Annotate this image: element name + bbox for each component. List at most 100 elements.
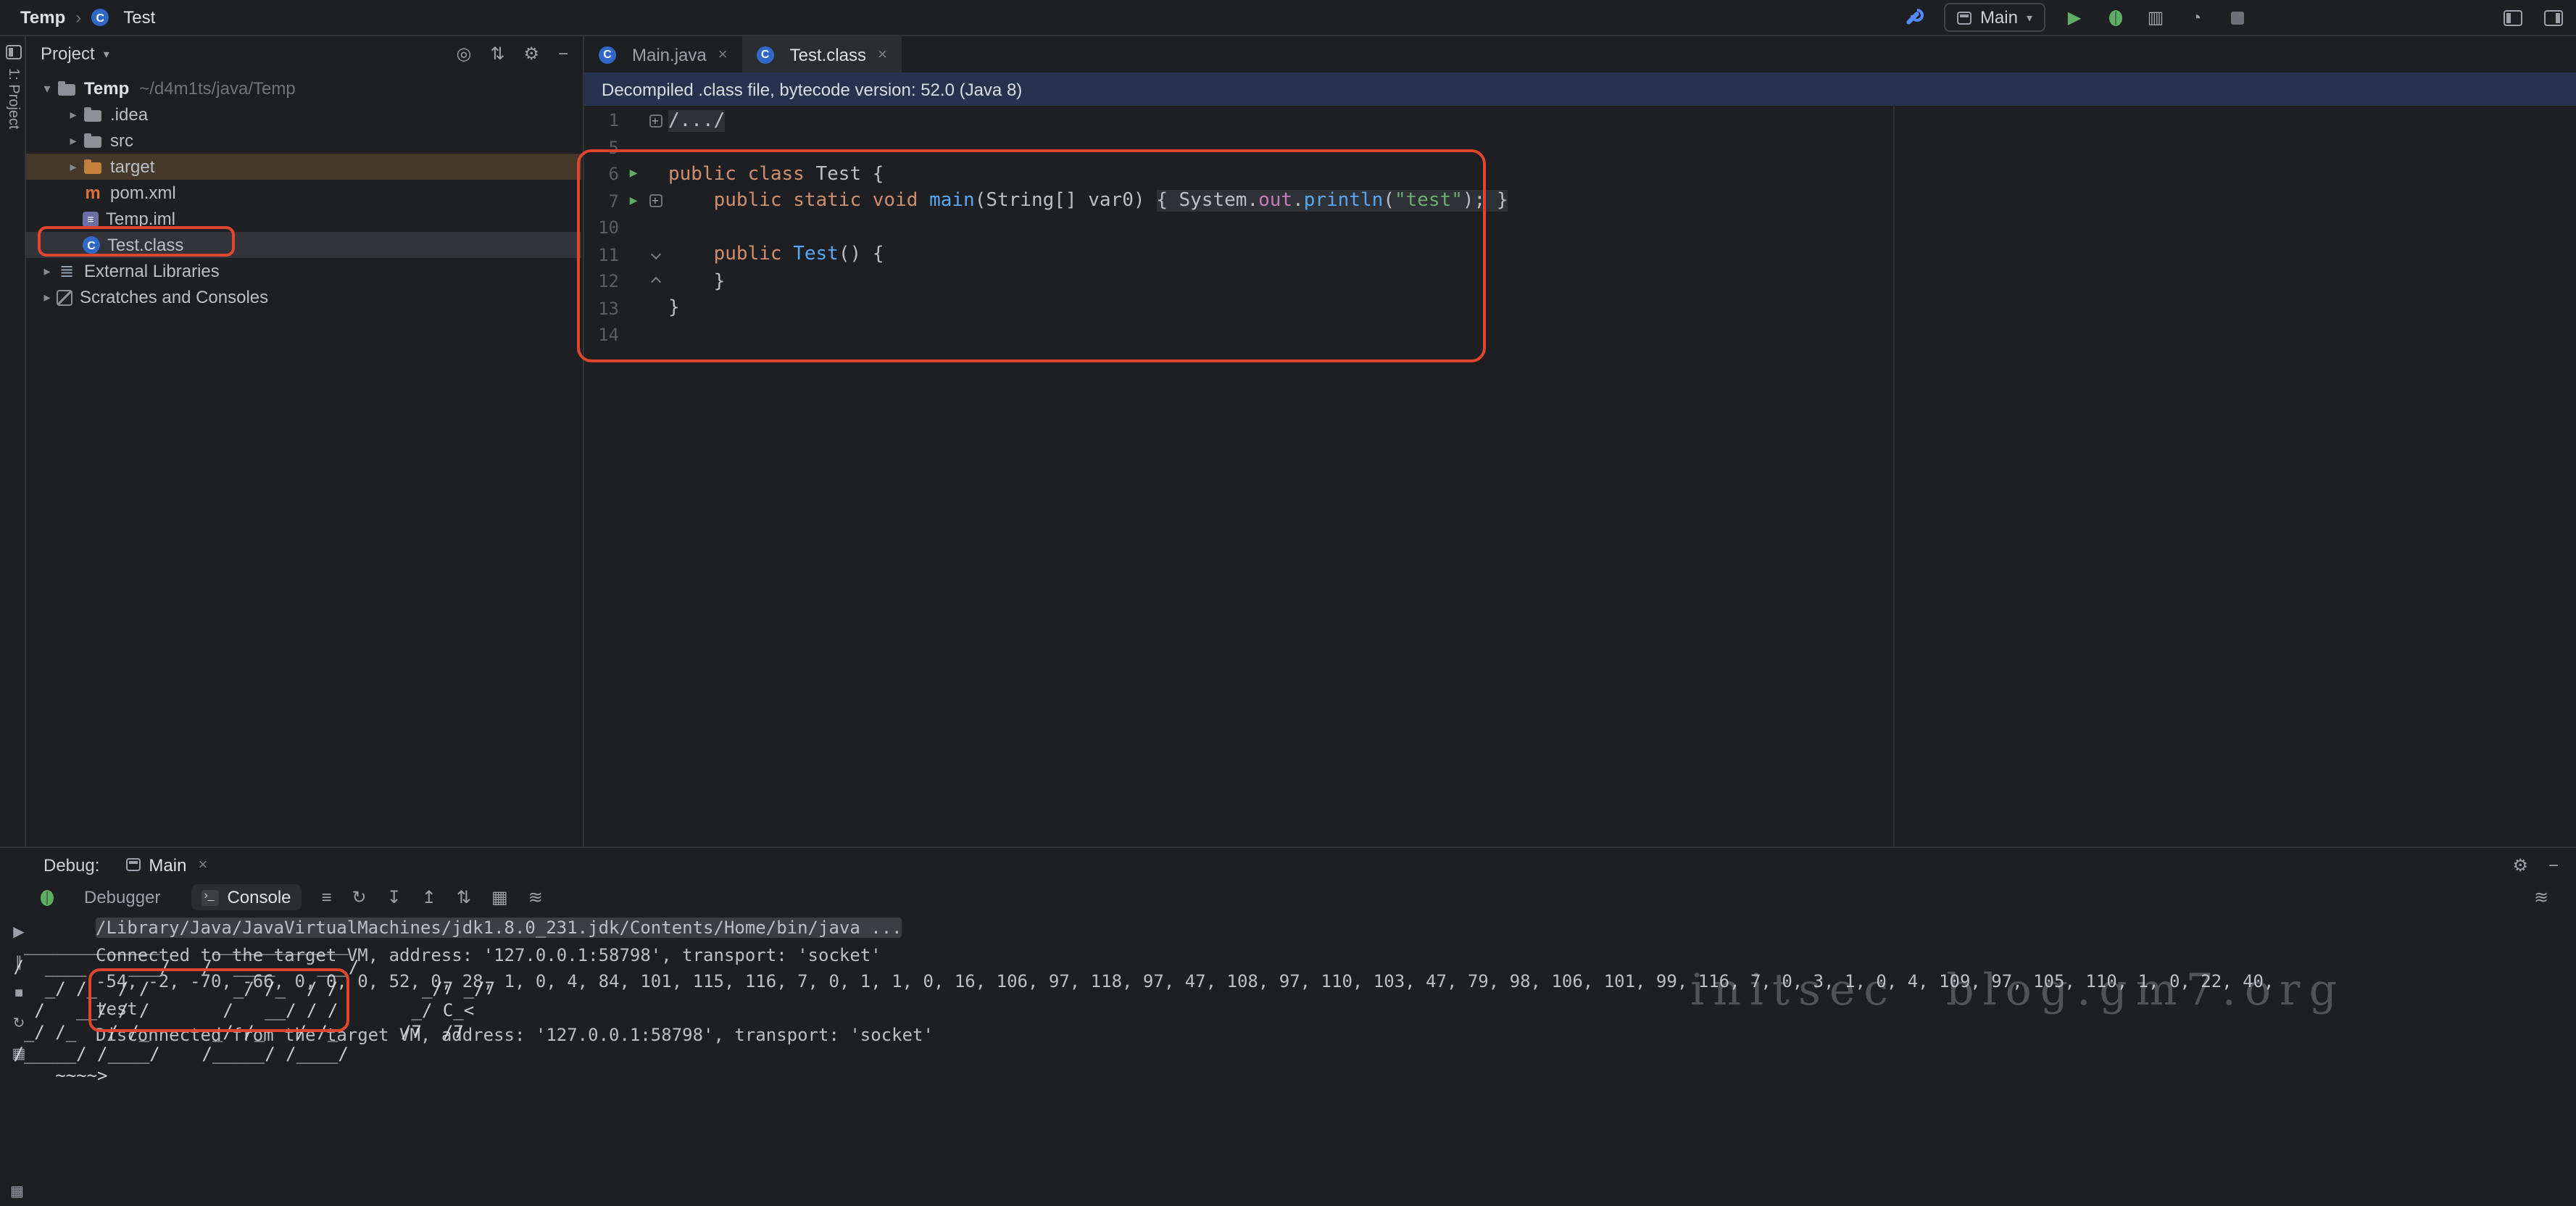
code-line[interactable]: 12 } <box>584 268 2576 295</box>
rerun-icon[interactable]: ↻ <box>13 1016 25 1032</box>
coverage-icon[interactable]: ▥ <box>2144 3 2167 32</box>
step-up-icon[interactable]: ↥ <box>422 887 436 907</box>
wrench-glyph <box>1906 8 1924 27</box>
code-line[interactable]: 1/.../ <box>584 107 2576 134</box>
token: } <box>1485 191 1508 212</box>
code-line[interactable]: 10 <box>584 215 2576 241</box>
select-opened-file-icon[interactable]: ◎ <box>456 43 471 64</box>
code-lines: 1/.../56▶public class Test {7▶ public st… <box>584 107 2576 349</box>
run-gutter-icon[interactable]: ▶ <box>622 167 645 182</box>
console-output[interactable]: /Library/Java/JavaVirtualMachines/jdk1.8… <box>38 913 2576 1206</box>
code-line[interactable]: 14 <box>584 322 2576 349</box>
code-line[interactable]: 11 public Test() { <box>584 241 2576 268</box>
token: } <box>668 271 725 293</box>
chevron-right-icon[interactable]: ▸ <box>38 289 57 305</box>
console-line: Connected to the target VM, address: '12… <box>96 941 2576 968</box>
code-line[interactable]: 7▶ public static void main(String[] var0… <box>584 188 2576 215</box>
code-line[interactable]: 6▶public class Test { <box>584 161 2576 188</box>
rerun-icon[interactable]: ↻ <box>352 887 367 907</box>
hide-panel-icon[interactable]: − <box>2548 854 2559 875</box>
more-windows-icon[interactable] <box>2541 3 2564 32</box>
stop-icon[interactable]: ■ <box>14 986 23 1002</box>
code-text: public static void main(String[] var0) {… <box>668 191 1508 212</box>
chevron-right-icon[interactable]: ▸ <box>64 107 83 122</box>
tree-item-target[interactable]: ▸ target <box>26 154 581 180</box>
collapse-all-icon[interactable]: ⇅ <box>490 43 504 64</box>
debug-toolbar-icons: ≡ ↻ ↧ ↥ ⇅ ▦ ≋ <box>322 887 543 907</box>
view-breakpoints-icon[interactable]: ▦ <box>12 1047 26 1062</box>
console-text: Disconnected from the target VM, address… <box>96 1026 934 1046</box>
chevron-down-icon[interactable]: ▾ <box>38 80 57 96</box>
tree-item-src[interactable]: ▸src <box>26 128 581 154</box>
token: } <box>668 298 680 320</box>
sidebar-item-project[interactable]: 1: Project <box>0 45 26 130</box>
tab-test-class[interactable]: Test.class <box>742 36 902 72</box>
options-menu-icon[interactable]: ≡ <box>322 887 332 907</box>
run-config-select[interactable]: Main▾ <box>1944 3 2045 32</box>
code-editor[interactable]: 1/.../56▶public class Test {7▶ public st… <box>584 106 2576 847</box>
layout-grid-icon[interactable]: ▦ <box>491 887 508 907</box>
folder-icon <box>83 105 103 124</box>
profiler-icon[interactable]: ◔ <box>2185 3 2208 32</box>
editor-area: Main.java Test.class Decompiled .class f… <box>584 36 2576 847</box>
step-down-icon[interactable]: ↧ <box>387 887 402 907</box>
code-text: public class Test { <box>668 164 884 186</box>
title-bar: Temp Test Main▾ ▶ ▥ ◔ <box>0 0 2576 36</box>
pause-icon[interactable]: ∥ <box>15 955 22 971</box>
project-panel-title[interactable]: Project <box>41 43 95 64</box>
run-gutter-icon[interactable]: ▶ <box>622 194 645 209</box>
debug-panel: Debug: Main ⚙− Debugger Console ≡ ↻ ↧ ↥ ⇅ ▦ ≋ … <box>0 847 2576 1206</box>
debug-icon[interactable] <box>2103 3 2127 32</box>
chevron-down-icon: ▾ <box>2027 11 2032 24</box>
customize-wrench-icon[interactable] <box>1903 3 1927 32</box>
chevron-right-icon[interactable]: ▸ <box>64 133 83 149</box>
fold-collapsed-icon[interactable] <box>645 195 665 208</box>
chevron-right-icon[interactable]: ▸ <box>64 159 83 175</box>
tree-item-test-class[interactable]: Test.class <box>26 232 581 258</box>
code-line[interactable]: 5 <box>584 134 2576 161</box>
fold-open-bottom-icon[interactable] <box>645 278 665 286</box>
settings-icon[interactable]: ⚙ <box>2512 854 2528 875</box>
stop-icon[interactable] <box>2225 3 2248 32</box>
token: { <box>873 244 884 266</box>
breadcrumb-target[interactable]: Test <box>91 7 155 28</box>
tree-item-label: Test.class <box>107 235 183 255</box>
close-icon[interactable] <box>878 46 887 63</box>
soft-wrap-icon[interactable]: ≋ <box>2530 883 2553 912</box>
line-number: 1 <box>584 111 622 131</box>
hide-panel-icon[interactable]: − <box>558 43 568 64</box>
tree-item-scratches-and-consoles[interactable]: ▸Scratches and Consoles <box>26 284 581 310</box>
run-icon[interactable]: ▶ <box>2063 3 2086 32</box>
fold-collapsed-icon[interactable] <box>645 115 665 128</box>
tab-console[interactable]: Console <box>191 884 301 910</box>
tree-item-pom-xml[interactable]: pom.xml <box>26 180 581 206</box>
close-icon[interactable] <box>718 46 728 63</box>
chevron-right-icon[interactable]: ▸ <box>38 263 57 279</box>
debug-session-tab[interactable]: Main <box>125 854 207 875</box>
tree-item-external-libraries[interactable]: ▸External Libraries <box>26 258 581 284</box>
toolwindow-layout-icon[interactable] <box>2501 3 2524 32</box>
token: out <box>1258 191 1292 212</box>
fold-open-top-icon[interactable] <box>645 251 665 259</box>
chevron-down-icon[interactable]: ▾ <box>104 47 109 60</box>
expand-collapse-icon[interactable]: ⇅ <box>457 887 471 907</box>
close-icon[interactable] <box>198 856 207 873</box>
settings-icon[interactable]: ⚙ <box>523 43 539 64</box>
tree-item-label: target <box>110 157 154 177</box>
token: ( <box>975 191 986 212</box>
tab-main-java[interactable]: Main.java <box>584 36 742 72</box>
settings-lines-icon[interactable]: ≋ <box>528 887 543 907</box>
resume-icon[interactable]: ▶ <box>13 925 24 941</box>
console-line: /Library/Java/JavaVirtualMachines/jdk1.8… <box>96 915 2576 941</box>
breadcrumb-project[interactable]: Temp <box>20 7 65 28</box>
tree-item-label: .idea <box>110 104 148 125</box>
tab-debugger[interactable]: Debugger <box>74 884 170 910</box>
tool-buttons-icon[interactable]: ▦ <box>10 1184 24 1200</box>
code-line[interactable]: 13} <box>584 295 2576 322</box>
debug-toolwindow-icon <box>41 889 54 905</box>
tree-item-temp[interactable]: ▾Temp~/d4m1ts/java/Temp <box>26 75 581 101</box>
debug-panel-header: Debug: Main ⚙− <box>0 848 2576 881</box>
tree-item-idea[interactable]: ▸ .idea <box>26 101 581 128</box>
debug-view-toolbar: Debugger Console ≡ ↻ ↧ ↥ ⇅ ▦ ≋ ≋ <box>0 881 2576 913</box>
tree-item-temp-iml[interactable]: Temp.iml <box>26 206 581 232</box>
